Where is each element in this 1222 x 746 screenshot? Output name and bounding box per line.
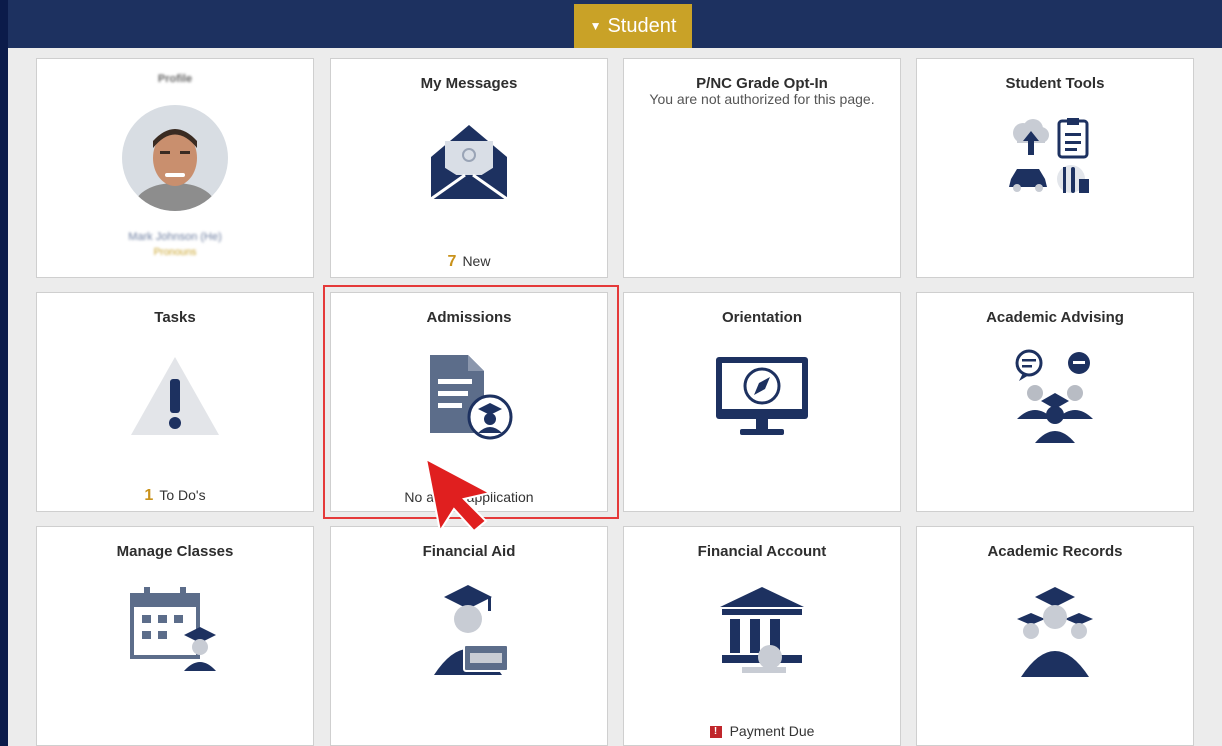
messages-count-footer: 7 New: [331, 253, 607, 271]
advising-people-icon: [1015, 349, 1093, 443]
student-tools-tile[interactable]: Student Tools: [916, 58, 1194, 278]
messages-count-label: New: [462, 253, 491, 269]
tile-title: Orientation: [721, 309, 802, 326]
tile-title: Admissions: [426, 309, 512, 326]
academic-advising-tile[interactable]: Academic Advising: [916, 292, 1194, 512]
orientation-tile[interactable]: Orientation: [623, 292, 901, 512]
payment-due-footer: ! Payment Due: [624, 723, 900, 739]
profile-heading: Profile: [157, 73, 193, 85]
financial-account-tile[interactable]: Financial Account ! Payment Due: [623, 526, 901, 746]
financial-aid-tile[interactable]: Financial Aid: [330, 526, 608, 746]
tile-title: Manage Classes: [116, 543, 234, 560]
graduate-money-icon: [434, 585, 509, 675]
tile-title: Financial Aid: [422, 543, 516, 560]
academic-records-tile[interactable]: Academic Records: [916, 526, 1194, 746]
monitor-compass-icon: [716, 357, 808, 435]
student-menu-button[interactable]: ▼ Student: [574, 4, 692, 48]
tile-title: My Messages: [420, 75, 518, 92]
admissions-document-icon: [430, 355, 513, 440]
my-messages-tile[interactable]: My Messages 7 New: [330, 58, 608, 278]
calendar-student-icon: [130, 587, 216, 671]
messages-count: 7: [447, 253, 457, 270]
graduates-group-icon: [1017, 587, 1093, 677]
top-navigation-bar: ▼ Student: [8, 0, 1222, 48]
not-authorized-message: You are not authorized for this page.: [649, 91, 875, 107]
profile-tile[interactable]: Profile Mark Johnson (He) Pronouns: [36, 58, 314, 278]
profile-name: Mark Johnson (He): [128, 231, 222, 243]
tile-title: Academic Advising: [986, 309, 1124, 326]
tile-title: Academic Records: [987, 543, 1123, 560]
tasks-tile[interactable]: Tasks 1 To Do's: [36, 292, 314, 512]
profile-pronouns: Pronouns: [153, 247, 197, 258]
student-tools-icon: [1009, 118, 1089, 193]
student-menu-label: Student: [607, 14, 677, 37]
tasks-count-label: To Do's: [159, 487, 206, 503]
warning-icon: [131, 357, 219, 435]
tasks-count-footer: 1 To Do's: [37, 487, 313, 505]
caret-down-icon: ▼: [589, 19, 602, 33]
manage-classes-tile[interactable]: Manage Classes: [36, 526, 314, 746]
tile-title: P/NC Grade Opt-In: [696, 75, 828, 92]
admissions-tile[interactable]: Admissions No active application: [330, 292, 608, 512]
envelope-icon: [430, 125, 508, 201]
tile-title: Tasks: [154, 309, 196, 326]
profile-photo-avatar: [122, 105, 228, 211]
tasks-count: 1: [144, 487, 154, 504]
alert-icon: !: [709, 726, 722, 739]
bank-building-icon: [720, 587, 804, 673]
pnc-grade-opt-in-tile[interactable]: P/NC Grade Opt-In You are not authorized…: [623, 58, 901, 278]
payment-due-label: Payment Due: [729, 723, 815, 739]
tile-title: Financial Account: [697, 543, 827, 560]
tile-title: Student Tools: [1005, 75, 1105, 92]
admissions-status: No active application: [404, 489, 534, 505]
